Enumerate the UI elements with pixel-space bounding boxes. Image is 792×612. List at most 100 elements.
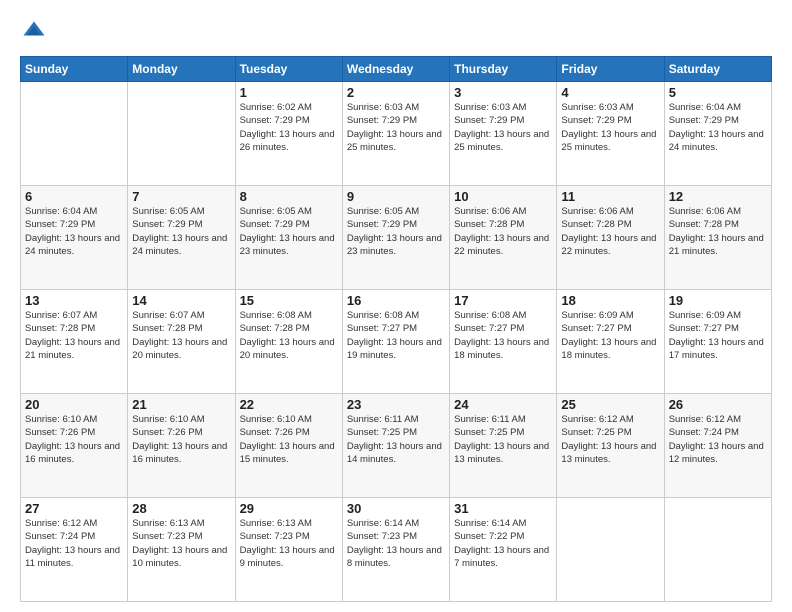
day-number: 25	[561, 397, 659, 412]
logo-icon	[20, 18, 48, 46]
calendar-body: 1Sunrise: 6:02 AM Sunset: 7:29 PM Daylig…	[21, 82, 772, 602]
day-info: Sunrise: 6:06 AM Sunset: 7:28 PM Dayligh…	[454, 205, 552, 258]
day-info: Sunrise: 6:12 AM Sunset: 7:24 PM Dayligh…	[669, 413, 767, 466]
day-info: Sunrise: 6:13 AM Sunset: 7:23 PM Dayligh…	[240, 517, 338, 570]
calendar-day-cell: 18Sunrise: 6:09 AM Sunset: 7:27 PM Dayli…	[557, 290, 664, 394]
calendar-day-cell: 6Sunrise: 6:04 AM Sunset: 7:29 PM Daylig…	[21, 186, 128, 290]
day-info: Sunrise: 6:05 AM Sunset: 7:29 PM Dayligh…	[347, 205, 445, 258]
day-info: Sunrise: 6:10 AM Sunset: 7:26 PM Dayligh…	[25, 413, 123, 466]
day-number: 1	[240, 85, 338, 100]
weekday-header: Monday	[128, 57, 235, 82]
calendar-week-row: 20Sunrise: 6:10 AM Sunset: 7:26 PM Dayli…	[21, 394, 772, 498]
calendar-day-cell: 7Sunrise: 6:05 AM Sunset: 7:29 PM Daylig…	[128, 186, 235, 290]
calendar-day-cell: 22Sunrise: 6:10 AM Sunset: 7:26 PM Dayli…	[235, 394, 342, 498]
day-info: Sunrise: 6:09 AM Sunset: 7:27 PM Dayligh…	[669, 309, 767, 362]
day-number: 28	[132, 501, 230, 516]
day-number: 2	[347, 85, 445, 100]
logo	[20, 18, 52, 46]
calendar-day-cell: 31Sunrise: 6:14 AM Sunset: 7:22 PM Dayli…	[450, 498, 557, 602]
calendar-day-cell: 12Sunrise: 6:06 AM Sunset: 7:28 PM Dayli…	[664, 186, 771, 290]
weekday-header: Sunday	[21, 57, 128, 82]
day-info: Sunrise: 6:11 AM Sunset: 7:25 PM Dayligh…	[347, 413, 445, 466]
calendar-day-cell: 11Sunrise: 6:06 AM Sunset: 7:28 PM Dayli…	[557, 186, 664, 290]
day-number: 23	[347, 397, 445, 412]
day-number: 6	[25, 189, 123, 204]
calendar-day-cell: 23Sunrise: 6:11 AM Sunset: 7:25 PM Dayli…	[342, 394, 449, 498]
calendar-week-row: 27Sunrise: 6:12 AM Sunset: 7:24 PM Dayli…	[21, 498, 772, 602]
weekday-header: Wednesday	[342, 57, 449, 82]
day-info: Sunrise: 6:09 AM Sunset: 7:27 PM Dayligh…	[561, 309, 659, 362]
day-info: Sunrise: 6:13 AM Sunset: 7:23 PM Dayligh…	[132, 517, 230, 570]
day-number: 30	[347, 501, 445, 516]
calendar-day-cell: 5Sunrise: 6:04 AM Sunset: 7:29 PM Daylig…	[664, 82, 771, 186]
calendar-day-cell: 14Sunrise: 6:07 AM Sunset: 7:28 PM Dayli…	[128, 290, 235, 394]
day-number: 16	[347, 293, 445, 308]
day-number: 26	[669, 397, 767, 412]
day-info: Sunrise: 6:03 AM Sunset: 7:29 PM Dayligh…	[347, 101, 445, 154]
day-number: 22	[240, 397, 338, 412]
day-number: 15	[240, 293, 338, 308]
day-info: Sunrise: 6:05 AM Sunset: 7:29 PM Dayligh…	[240, 205, 338, 258]
calendar-day-cell	[21, 82, 128, 186]
calendar-week-row: 13Sunrise: 6:07 AM Sunset: 7:28 PM Dayli…	[21, 290, 772, 394]
day-number: 21	[132, 397, 230, 412]
calendar-day-cell: 25Sunrise: 6:12 AM Sunset: 7:25 PM Dayli…	[557, 394, 664, 498]
day-info: Sunrise: 6:02 AM Sunset: 7:29 PM Dayligh…	[240, 101, 338, 154]
day-number: 14	[132, 293, 230, 308]
day-info: Sunrise: 6:03 AM Sunset: 7:29 PM Dayligh…	[454, 101, 552, 154]
day-info: Sunrise: 6:06 AM Sunset: 7:28 PM Dayligh…	[669, 205, 767, 258]
weekday-header: Thursday	[450, 57, 557, 82]
page: SundayMondayTuesdayWednesdayThursdayFrid…	[0, 0, 792, 612]
calendar-day-cell: 4Sunrise: 6:03 AM Sunset: 7:29 PM Daylig…	[557, 82, 664, 186]
day-number: 5	[669, 85, 767, 100]
day-info: Sunrise: 6:04 AM Sunset: 7:29 PM Dayligh…	[25, 205, 123, 258]
day-info: Sunrise: 6:04 AM Sunset: 7:29 PM Dayligh…	[669, 101, 767, 154]
calendar-day-cell: 15Sunrise: 6:08 AM Sunset: 7:28 PM Dayli…	[235, 290, 342, 394]
calendar-day-cell: 8Sunrise: 6:05 AM Sunset: 7:29 PM Daylig…	[235, 186, 342, 290]
header	[20, 18, 772, 46]
calendar-day-cell	[557, 498, 664, 602]
calendar-day-cell: 28Sunrise: 6:13 AM Sunset: 7:23 PM Dayli…	[128, 498, 235, 602]
day-number: 4	[561, 85, 659, 100]
calendar-week-row: 1Sunrise: 6:02 AM Sunset: 7:29 PM Daylig…	[21, 82, 772, 186]
day-info: Sunrise: 6:08 AM Sunset: 7:28 PM Dayligh…	[240, 309, 338, 362]
calendar-day-cell: 24Sunrise: 6:11 AM Sunset: 7:25 PM Dayli…	[450, 394, 557, 498]
day-number: 31	[454, 501, 552, 516]
day-number: 9	[347, 189, 445, 204]
day-info: Sunrise: 6:11 AM Sunset: 7:25 PM Dayligh…	[454, 413, 552, 466]
day-number: 17	[454, 293, 552, 308]
day-info: Sunrise: 6:14 AM Sunset: 7:22 PM Dayligh…	[454, 517, 552, 570]
calendar-day-cell: 27Sunrise: 6:12 AM Sunset: 7:24 PM Dayli…	[21, 498, 128, 602]
day-info: Sunrise: 6:07 AM Sunset: 7:28 PM Dayligh…	[25, 309, 123, 362]
calendar-day-cell: 20Sunrise: 6:10 AM Sunset: 7:26 PM Dayli…	[21, 394, 128, 498]
day-number: 27	[25, 501, 123, 516]
day-info: Sunrise: 6:10 AM Sunset: 7:26 PM Dayligh…	[132, 413, 230, 466]
day-number: 10	[454, 189, 552, 204]
day-number: 29	[240, 501, 338, 516]
day-number: 3	[454, 85, 552, 100]
calendar-table: SundayMondayTuesdayWednesdayThursdayFrid…	[20, 56, 772, 602]
calendar-week-row: 6Sunrise: 6:04 AM Sunset: 7:29 PM Daylig…	[21, 186, 772, 290]
day-info: Sunrise: 6:07 AM Sunset: 7:28 PM Dayligh…	[132, 309, 230, 362]
day-number: 11	[561, 189, 659, 204]
weekday-header: Saturday	[664, 57, 771, 82]
calendar-day-cell: 2Sunrise: 6:03 AM Sunset: 7:29 PM Daylig…	[342, 82, 449, 186]
day-info: Sunrise: 6:08 AM Sunset: 7:27 PM Dayligh…	[454, 309, 552, 362]
day-number: 24	[454, 397, 552, 412]
day-number: 13	[25, 293, 123, 308]
calendar-day-cell: 13Sunrise: 6:07 AM Sunset: 7:28 PM Dayli…	[21, 290, 128, 394]
day-info: Sunrise: 6:10 AM Sunset: 7:26 PM Dayligh…	[240, 413, 338, 466]
calendar-day-cell: 21Sunrise: 6:10 AM Sunset: 7:26 PM Dayli…	[128, 394, 235, 498]
day-info: Sunrise: 6:14 AM Sunset: 7:23 PM Dayligh…	[347, 517, 445, 570]
calendar-day-cell: 16Sunrise: 6:08 AM Sunset: 7:27 PM Dayli…	[342, 290, 449, 394]
day-number: 12	[669, 189, 767, 204]
day-number: 19	[669, 293, 767, 308]
calendar-day-cell: 26Sunrise: 6:12 AM Sunset: 7:24 PM Dayli…	[664, 394, 771, 498]
day-number: 7	[132, 189, 230, 204]
calendar-day-cell: 29Sunrise: 6:13 AM Sunset: 7:23 PM Dayli…	[235, 498, 342, 602]
calendar-day-cell: 9Sunrise: 6:05 AM Sunset: 7:29 PM Daylig…	[342, 186, 449, 290]
calendar-day-cell: 3Sunrise: 6:03 AM Sunset: 7:29 PM Daylig…	[450, 82, 557, 186]
calendar-header: SundayMondayTuesdayWednesdayThursdayFrid…	[21, 57, 772, 82]
day-number: 8	[240, 189, 338, 204]
day-info: Sunrise: 6:12 AM Sunset: 7:25 PM Dayligh…	[561, 413, 659, 466]
